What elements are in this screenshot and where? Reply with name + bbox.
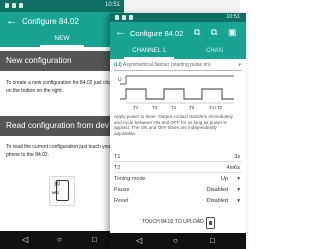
read-configuration-text: To read the current configuration just t… [6,144,112,158]
t2-field[interactable]: T2 4m6s [114,164,242,173]
diagram-label-u: U [118,77,122,83]
select-value: Disabled [206,187,228,193]
function-select[interactable]: (LI) Asymmetrical flasher (starting puls… [114,62,242,71]
pause-select[interactable]: Pause Disabled ▾ [114,186,242,195]
page-title: Configure 84.02 [130,29,184,38]
nfc-wave-icon: ))) [54,181,60,187]
diagram-label-t2: T2 [189,105,195,110]
status-bar: 10:51 [0,0,124,12]
dropdown-caret-icon: ▾ [238,62,241,68]
notification-icons [5,3,23,8]
tab-channel-2[interactable]: CHAN [206,48,223,54]
nfc-upload-icon[interactable] [206,217,215,229]
front-phone-screen: 10:51 ← Configure 84.02 ⧉ ⧉ ▣ CHANNEL 1 … [110,13,246,249]
function-code: (LI) [114,62,122,68]
notification-icon [122,15,126,20]
nfc-phone-illustration: ))) NFC [49,176,75,206]
upload-button[interactable]: TOUCH 84.02 TO UPLOAD [142,219,204,225]
nav-recents-icon[interactable]: □ [92,235,97,244]
tab-channel-1[interactable]: CHANNEL 1 [124,48,174,54]
t1-field[interactable]: T1 3s [114,153,242,162]
field-label: Reset [114,198,129,204]
nav-home-icon[interactable]: ○ [57,235,62,244]
status-time: 10:51 [104,2,120,8]
function-name: Asymmetrical flasher (starting pulse on) [122,62,211,68]
notification-icon [115,15,119,20]
field-label: Timing mode [114,176,146,182]
page-title: Configure 84.02 [22,17,79,26]
copy-icon[interactable]: ⧉ [194,27,200,37]
tab-indicator [124,57,174,59]
field-value: 3s [234,154,240,160]
notification-icon [129,15,133,20]
diagram-label-t2: T2 [152,105,158,110]
nav-back-icon[interactable]: ◁ [22,235,28,244]
read-configuration-heading[interactable]: Read configuration from dev [0,116,124,136]
app-bar: ← Configure 84.02 [0,12,124,32]
timing-mode-select[interactable]: Timing mode Up ▾ [114,175,242,184]
new-configuration-heading[interactable]: New configuration [0,51,124,71]
nav-back-icon[interactable]: ◁ [136,236,142,245]
tab-new[interactable]: NEW [40,35,84,42]
upload-bar: TOUCH 84.02 TO UPLOAD [110,215,246,233]
back-phone-screen: 10:51 ← Configure 84.02 NEW New configur… [0,0,124,249]
tab-bar: CHANNEL 1 CHAN [110,44,246,59]
status-time: 10:51 [226,14,240,20]
diagram-label-t1-t2: T1+T2 [209,105,223,110]
back-arrow-icon[interactable]: ← [115,26,126,38]
notification-icon [12,3,16,8]
back-arrow-icon[interactable]: ← [6,15,17,27]
reset-select[interactable]: Reset Disabled ▾ [114,197,242,206]
new-configuration-text: To create a new configuration for 84.02 … [6,80,113,94]
tab-bar: NEW [0,32,124,47]
field-value: 4m6s [226,165,240,171]
dropdown-caret-icon: ▾ [237,187,240,193]
dropdown-caret-icon: ▾ [237,198,240,204]
tab-indicator [40,45,84,47]
nav-home-icon[interactable]: ○ [173,236,178,245]
navigation-bar: ◁ ○ □ [110,233,246,249]
output-pulse-line [125,88,234,100]
screenshot-stage: 10:51 ← Configure 84.02 NEW New configur… [0,0,246,249]
field-underline [114,161,242,162]
nfc-label: NFC [52,191,60,195]
field-underline [114,172,242,173]
select-value: Disabled [206,198,228,204]
save-icon[interactable]: ▣ [228,27,237,37]
dropdown-caret-icon: ▾ [237,176,240,182]
copy-alt-icon[interactable]: ⧉ [211,27,217,37]
select-value: Up [220,176,228,182]
navigation-bar: ◁ ○ □ [0,231,124,249]
notification-icon [5,3,9,8]
notification-icon [19,3,23,8]
status-bar: 10:51 [110,13,246,22]
field-label: Pause [114,187,130,193]
timing-diagram: U T1 T2 T1 T2 T1+T2 [118,75,234,110]
function-description: Apply power to timer. Output contact tra… [114,114,233,136]
diagram-label-t1: T1 [133,105,139,110]
field-label: T2 [114,165,121,171]
nav-recents-icon[interactable]: □ [210,236,215,245]
field-label: T1 [114,154,121,160]
app-bar: ← Configure 84.02 ⧉ ⧉ ▣ [110,22,246,44]
diagram-label-t1: T1 [171,105,177,110]
notification-icons [115,15,133,20]
